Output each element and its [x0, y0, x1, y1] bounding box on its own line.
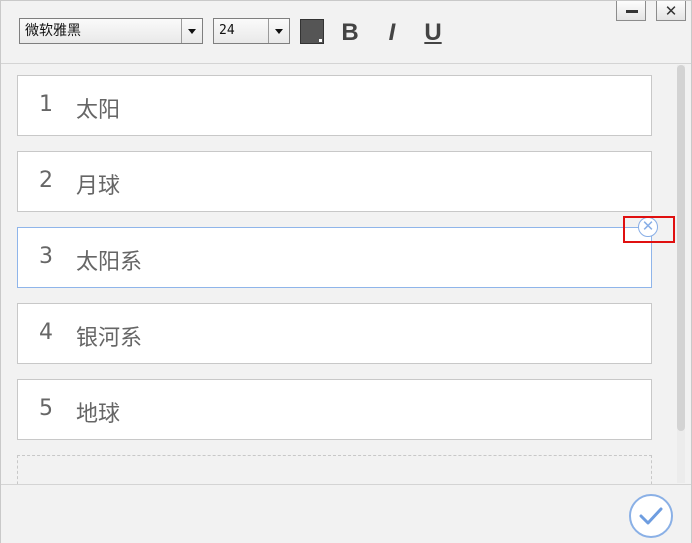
text-color-button[interactable] [300, 19, 324, 44]
item-number: 2 [39, 168, 53, 193]
bold-button[interactable]: B [335, 18, 365, 48]
list-item[interactable]: 5 地球 [17, 379, 652, 440]
scrollbar-thumb[interactable] [677, 65, 685, 431]
item-label: 太阳系 [76, 250, 143, 275]
font-size-value: 24 [219, 23, 235, 38]
minimize-button[interactable] [616, 1, 646, 21]
editor-window: 微软雅黑 24 B I U ✕ 1 太阳 2 月球 3 太阳系 4 银河系 5 … [0, 0, 692, 543]
item-label: 太阳 [76, 98, 121, 123]
underline-button[interactable]: U [418, 18, 448, 48]
close-button[interactable]: ✕ [656, 1, 686, 21]
list-item-active[interactable]: 3 太阳系 [17, 227, 652, 288]
item-number: 3 [39, 244, 53, 269]
list-item[interactable]: 1 太阳 [17, 75, 652, 136]
italic-button[interactable]: I [377, 18, 407, 48]
list-item[interactable]: 4 银河系 [17, 303, 652, 364]
item-number: 1 [39, 92, 53, 117]
font-family-value: 微软雅黑 [25, 23, 81, 39]
font-size-select[interactable]: 24 [213, 18, 290, 44]
item-label: 地球 [76, 402, 121, 427]
list-item[interactable]: 2 月球 [17, 151, 652, 212]
confirm-button[interactable] [629, 494, 673, 538]
highlight-annotation [623, 216, 675, 243]
minimize-icon [626, 10, 638, 13]
close-icon: ✕ [664, 2, 678, 20]
font-family-select[interactable]: 微软雅黑 [19, 18, 203, 44]
item-number: 4 [39, 320, 53, 345]
toolbar: 微软雅黑 24 B I U [1, 1, 691, 64]
item-label: 银河系 [76, 326, 143, 351]
chevron-down-icon[interactable] [268, 19, 289, 43]
footer [1, 484, 691, 543]
item-label: 月球 [76, 174, 121, 199]
checkmark-icon [639, 507, 663, 525]
item-number: 5 [39, 396, 53, 421]
chevron-down-icon[interactable] [181, 19, 202, 43]
